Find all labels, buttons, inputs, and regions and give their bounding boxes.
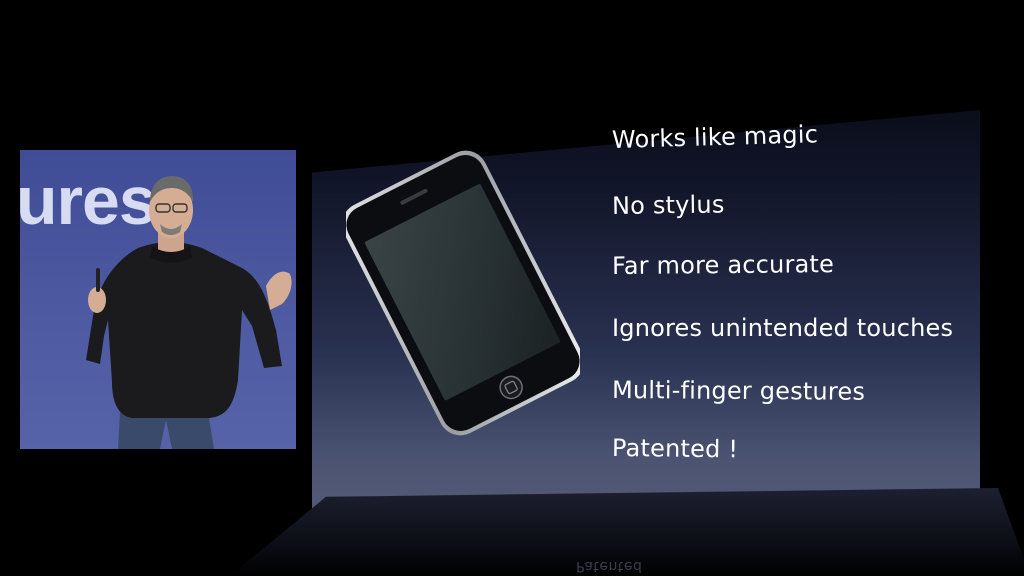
slide-reflection: Patented: [576, 558, 643, 574]
feature-item: Works like magic: [611, 120, 819, 154]
speaker-figure: [86, 176, 292, 449]
feature-item: Ignores unintended touches: [612, 314, 954, 342]
feature-item: No stylus: [611, 190, 725, 220]
feature-item: Patented !: [611, 434, 739, 464]
feature-item: Multi-finger gestures: [611, 376, 866, 406]
speaker-camera-inset: ures: [20, 150, 296, 449]
iphone-image: [346, 150, 580, 436]
feature-item: Far more accurate: [611, 250, 835, 280]
keynote-stage: Patented Works like magic No stylus Far …: [0, 0, 1024, 576]
